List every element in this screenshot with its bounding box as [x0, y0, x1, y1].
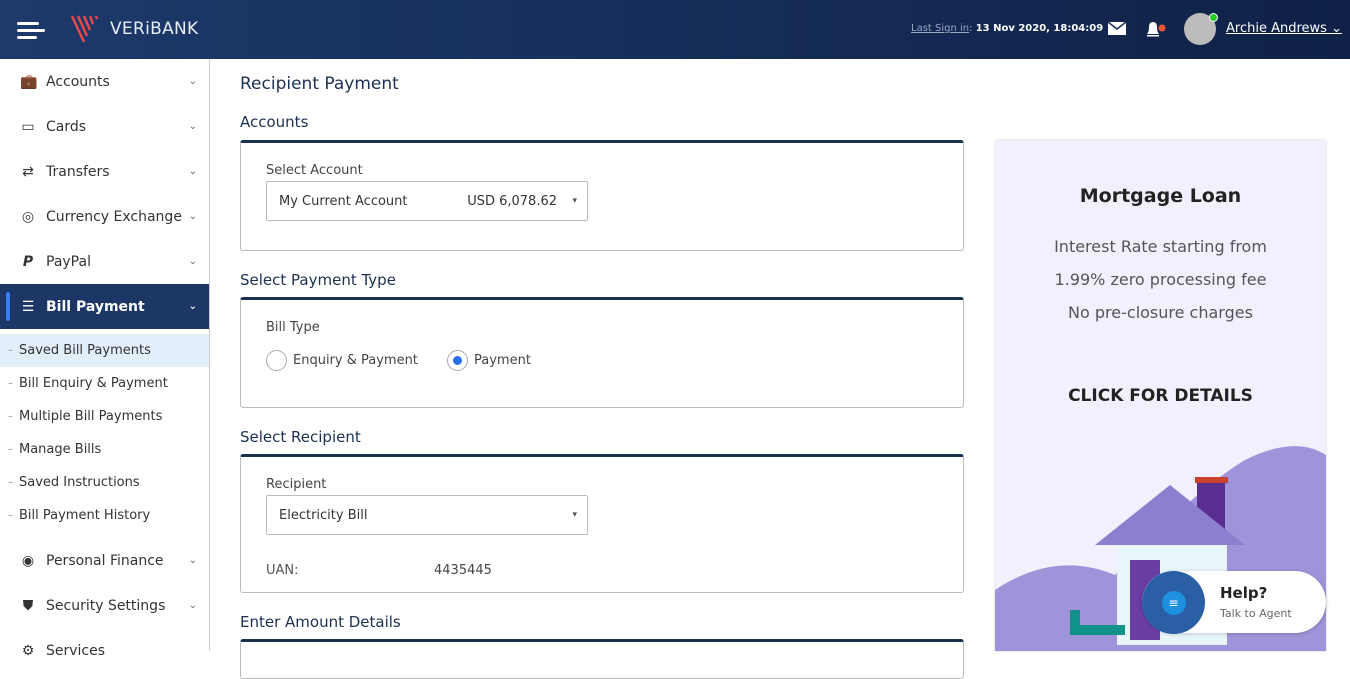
sidebar-item-personal-finance[interactable]: ◉ Personal Finance ⌄ [0, 538, 209, 583]
radio-enquiry-payment[interactable]: Enquiry & Payment [266, 350, 418, 371]
sidebar-subitem-manage-bills[interactable]: Manage Bills [0, 433, 209, 466]
amount-heading: Enter Amount Details [240, 613, 401, 631]
sidebar-item-label: Accounts [46, 73, 110, 90]
page-title: Recipient Payment [240, 74, 399, 94]
chevron-down-icon: ▾ [572, 510, 577, 520]
top-bar: VERiBANK Last Sign in: 13 Nov 2020, 18:0… [0, 0, 1350, 59]
ad-cta[interactable]: CLICK FOR DETAILS [995, 386, 1326, 406]
briefcase-icon: 💼 [20, 73, 38, 90]
recipient-label: Recipient [266, 477, 327, 492]
user-name[interactable]: Archie Andrews [1226, 21, 1327, 36]
account-name: My Current Account [279, 193, 408, 209]
sidebar-subitem-multiple-bill-payments[interactable]: Multiple Bill Payments [0, 400, 209, 433]
sidebar-item-cards[interactable]: ▭ Cards ⌄ [0, 104, 209, 149]
recipient-select[interactable]: Electricity Bill ▾ [266, 495, 588, 535]
radio-button[interactable] [447, 350, 468, 371]
sidebar-item-bill-payment[interactable]: ☰ Bill Payment ⌄ [0, 284, 209, 329]
sidebar-item-label: PayPal [46, 253, 91, 270]
last-sign-in-value: 13 Nov 2020, 18:04:09 [975, 23, 1104, 34]
chevron-down-icon: ⌄ [188, 256, 197, 267]
sidebar-item-paypal[interactable]: P PayPal ⌄ [0, 239, 209, 284]
uan-label: UAN: [266, 563, 299, 578]
chevron-down-icon: ⌄ [188, 121, 197, 132]
brand-name: VERiBANK [110, 19, 199, 39]
transfer-icon: ⇄ [22, 163, 34, 180]
sidebar-subitem-bill-payment-history[interactable]: Bill Payment History [0, 499, 209, 532]
chat-bubble-icon: ≡ [1161, 590, 1186, 615]
veribank-logo-icon [70, 15, 99, 43]
sidebar-subitem-saved-instructions[interactable]: Saved Instructions [0, 466, 209, 499]
sidebar: 💼 Accounts ⌄ ▭ Cards ⌄ ⇄ Transfers ⌄ ◎ Currency… [0, 59, 210, 659]
sidebar-subitem-bill-enquiry[interactable]: Bill Enquiry & Payment [0, 367, 209, 400]
target-icon: ◉ [21, 552, 35, 569]
card-icon: ▭ [21, 118, 35, 135]
radio-label: Enquiry & Payment [293, 353, 418, 368]
sidebar-item-currency-exchange[interactable]: ◎ Currency Exchange ⌄ [0, 194, 209, 239]
sidebar-item-label: Transfers [46, 163, 110, 180]
last-sign-in: Last Sign in: 13 Nov 2020, 18:04:09 [911, 23, 1104, 34]
payment-type-card: Bill Type Enquiry & Payment Payment [240, 297, 964, 408]
account-balance: USD 6,078.62 [467, 193, 557, 209]
sidebar-item-label: Security Settings [46, 597, 166, 614]
help-chat-widget[interactable]: ≡ Help? Talk to Agent [1142, 571, 1326, 634]
last-sign-in-label[interactable]: Last Sign in [911, 23, 969, 34]
avatar[interactable] [1184, 13, 1218, 45]
account-select[interactable]: My Current Account USD 6,078.62 ▾ [266, 181, 588, 221]
bill-icon: ☰ [21, 298, 35, 315]
chevron-down-icon: ⌄ [188, 555, 197, 566]
amount-card [240, 639, 964, 679]
select-account-label: Select Account [266, 163, 363, 178]
ad-description: Interest Rate starting from 1.99% zero p… [1054, 237, 1267, 322]
help-subtitle: Talk to Agent [1220, 607, 1292, 620]
shield-icon: ⛊ [22, 597, 34, 614]
sidebar-item-accounts[interactable]: 💼 Accounts ⌄ [0, 59, 209, 104]
sidebar-subitem-saved-bill-payments[interactable]: Saved Bill Payments [0, 334, 209, 367]
chevron-down-icon: ▾ [572, 196, 577, 206]
paypal-icon: P [22, 253, 34, 270]
accounts-heading: Accounts [240, 113, 309, 131]
chevron-down-icon: ⌄ [1331, 21, 1342, 36]
radio-payment[interactable]: Payment [447, 350, 531, 371]
sidebar-item-label: Bill Payment [46, 298, 145, 315]
sidebar-item-label: Cards [46, 118, 87, 135]
recipient-value: Electricity Bill [279, 507, 368, 523]
coins-icon: ◎ [21, 208, 35, 225]
bill-type-label: Bill Type [266, 320, 320, 335]
chevron-down-icon: ⌄ [188, 76, 197, 87]
chat-button[interactable]: ≡ [1142, 571, 1205, 634]
uan-value: 4435445 [434, 563, 492, 578]
ad-title: Mortgage Loan [1079, 185, 1242, 207]
user-menu[interactable]: Archie Andrews ⌄ [1226, 21, 1342, 36]
online-status-dot [1209, 13, 1218, 22]
chevron-down-icon: ⌄ [188, 211, 197, 222]
recipient-card: Recipient Electricity Bill ▾ UAN: 4435445 [240, 454, 964, 593]
sidebar-item-transfers[interactable]: ⇄ Transfers ⌄ [0, 149, 209, 194]
chevron-down-icon: ⌄ [188, 301, 197, 312]
sidebar-item-security-settings[interactable]: ⛊ Security Settings ⌄ [0, 583, 209, 628]
sidebar-item-label: Personal Finance [46, 552, 164, 569]
recipient-heading: Select Recipient [240, 428, 361, 446]
accounts-card: Select Account My Current Account USD 6,0… [240, 140, 964, 251]
chevron-down-icon: ⌄ [188, 166, 197, 177]
help-title: Help? [1220, 584, 1268, 602]
radio-button[interactable] [266, 350, 287, 371]
radio-label: Payment [474, 353, 531, 368]
sidebar-item-label: Currency Exchange [46, 208, 182, 225]
mail-icon[interactable] [1108, 22, 1126, 35]
bell-icon[interactable] [1144, 20, 1166, 38]
payment-type-heading: Select Payment Type [240, 271, 396, 289]
hamburger-menu-icon[interactable] [17, 22, 45, 43]
chevron-down-icon: ⌄ [188, 600, 197, 611]
